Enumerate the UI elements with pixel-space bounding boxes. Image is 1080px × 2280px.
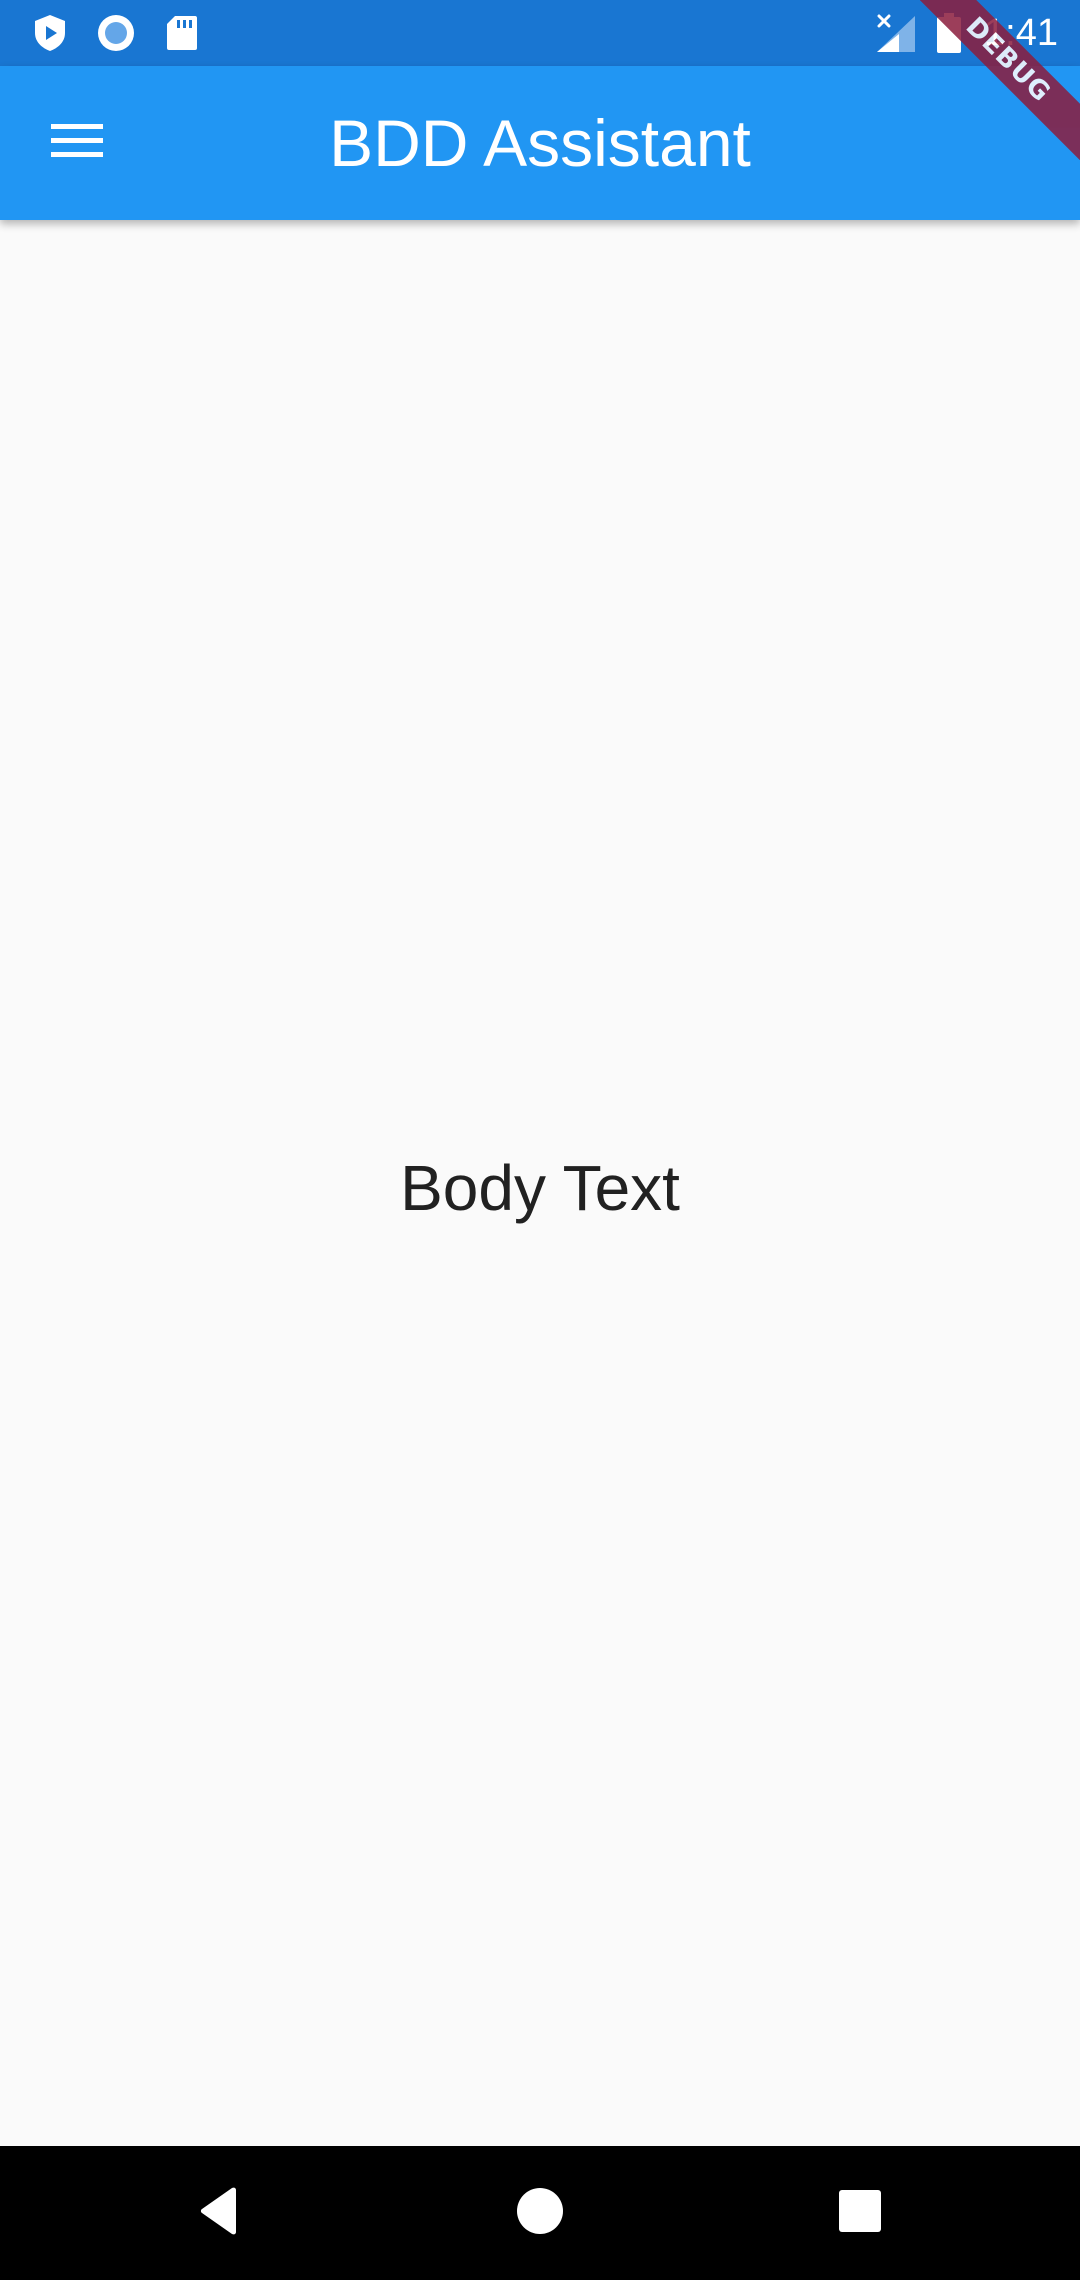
recents-button[interactable]: [820, 2173, 900, 2253]
app-screen: 1:41 DEBUG BDD Assistant Body Text: [0, 0, 1080, 2280]
recents-icon: [838, 2189, 882, 2238]
home-button[interactable]: [500, 2173, 580, 2253]
navigation-bar: [0, 2146, 1080, 2280]
page-title: BDD Assistant: [329, 106, 751, 180]
body-text: Body Text: [400, 1152, 680, 1224]
app-bar: BDD Assistant: [0, 66, 1080, 220]
battery-icon: [934, 12, 964, 54]
sd-card-icon: [162, 12, 202, 54]
home-icon: [516, 2187, 564, 2240]
status-time: 1:41: [984, 12, 1058, 54]
shield-play-icon: [30, 12, 70, 54]
back-button[interactable]: [180, 2173, 260, 2253]
body-area: Body Text: [0, 220, 1080, 2146]
status-bar: 1:41: [0, 0, 1080, 66]
record-icon: [94, 12, 138, 54]
signal-no-data-icon: [872, 12, 918, 54]
back-icon: [196, 2186, 244, 2241]
